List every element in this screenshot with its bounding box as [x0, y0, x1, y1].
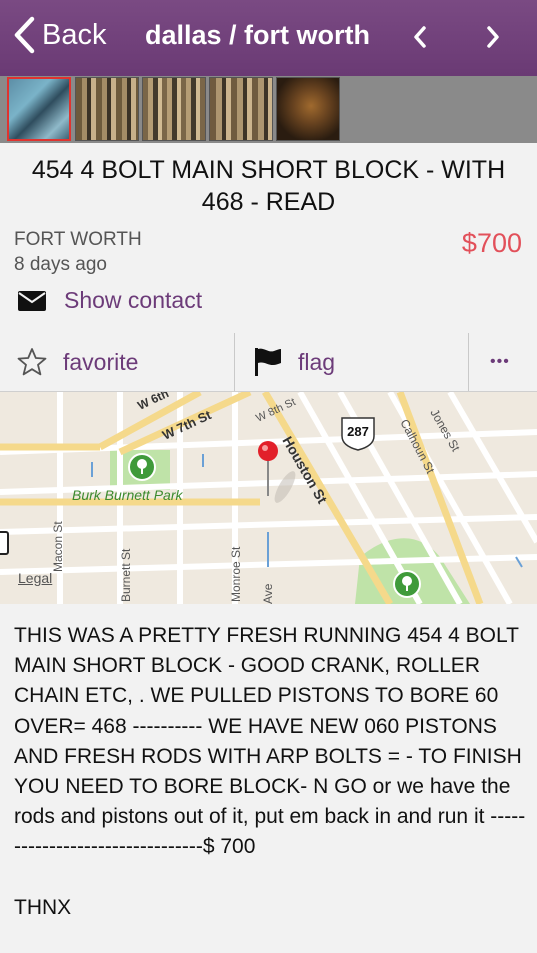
photo-thumbnail-1[interactable]	[7, 77, 71, 141]
photo-thumbnail-2[interactable]	[75, 77, 139, 141]
photo-thumbnail-4[interactable]	[209, 77, 273, 141]
chevron-left-icon	[414, 26, 426, 48]
back-label: Back	[42, 18, 107, 51]
street-label: Monroe St	[229, 546, 243, 602]
action-divider	[468, 333, 469, 391]
post-location: FORT WORTH	[14, 229, 142, 250]
envelope-icon	[18, 290, 46, 311]
more-options-button[interactable]: •••	[490, 333, 510, 391]
map-legal-link[interactable]: Legal	[18, 570, 52, 586]
post-description: THIS WAS A PRETTY FRESH RUNNING 454 4 BO…	[14, 624, 526, 919]
street-label: Ave	[261, 583, 275, 604]
post-title: 454 4 BOLT MAIN SHORT BLOCK - WITH 468 -…	[31, 156, 506, 216]
street-label: Macon St	[51, 521, 65, 572]
park-tree-icon	[393, 570, 421, 598]
more-options-icon: •••	[490, 353, 510, 370]
show-contact-label: Show contact	[64, 287, 203, 313]
street-label: Calhoun St	[397, 417, 438, 477]
photo-thumbnail-5[interactable]	[276, 77, 340, 141]
previous-post-button[interactable]	[405, 22, 435, 52]
favorite-label: favorite	[63, 348, 139, 375]
flag-icon	[255, 348, 281, 376]
next-post-button[interactable]	[478, 22, 508, 52]
action-divider	[234, 333, 235, 391]
map-tracking-icon	[0, 531, 9, 555]
map-canvas: 287 W 6th W 7th St W 8th St Houston St C…	[0, 392, 537, 604]
flag-button[interactable]: flag	[254, 333, 335, 391]
action-bar: favorite flag •••	[0, 333, 537, 391]
favorite-button[interactable]: favorite	[17, 333, 138, 391]
navigation-bar: Back dallas / fort worth	[0, 0, 537, 76]
park-label: Burk Burnett Park	[72, 487, 183, 503]
park-tree-icon	[128, 453, 156, 481]
back-button[interactable]: Back	[12, 16, 106, 54]
street-label: W 8th St	[254, 396, 297, 425]
flag-label: flag	[298, 348, 336, 375]
photo-thumbnail-strip[interactable]	[0, 76, 537, 143]
star-icon	[17, 348, 47, 376]
street-label: Houston St	[279, 434, 330, 507]
photo-thumbnail-3[interactable]	[142, 77, 206, 141]
route-shield-label: 287	[347, 424, 369, 439]
post-age: 8 days ago	[14, 254, 107, 275]
post-price: $700	[461, 228, 522, 258]
location-map[interactable]: 287 W 6th W 7th St W 8th St Houston St C…	[0, 392, 537, 604]
chevron-right-icon	[487, 26, 499, 48]
nav-title: dallas / fort worth	[145, 20, 371, 50]
street-label: Jones St	[427, 407, 463, 455]
chevron-left-icon	[14, 16, 35, 54]
street-label: Burnett St	[119, 548, 133, 602]
show-contact-button[interactable]: Show contact	[18, 287, 202, 314]
